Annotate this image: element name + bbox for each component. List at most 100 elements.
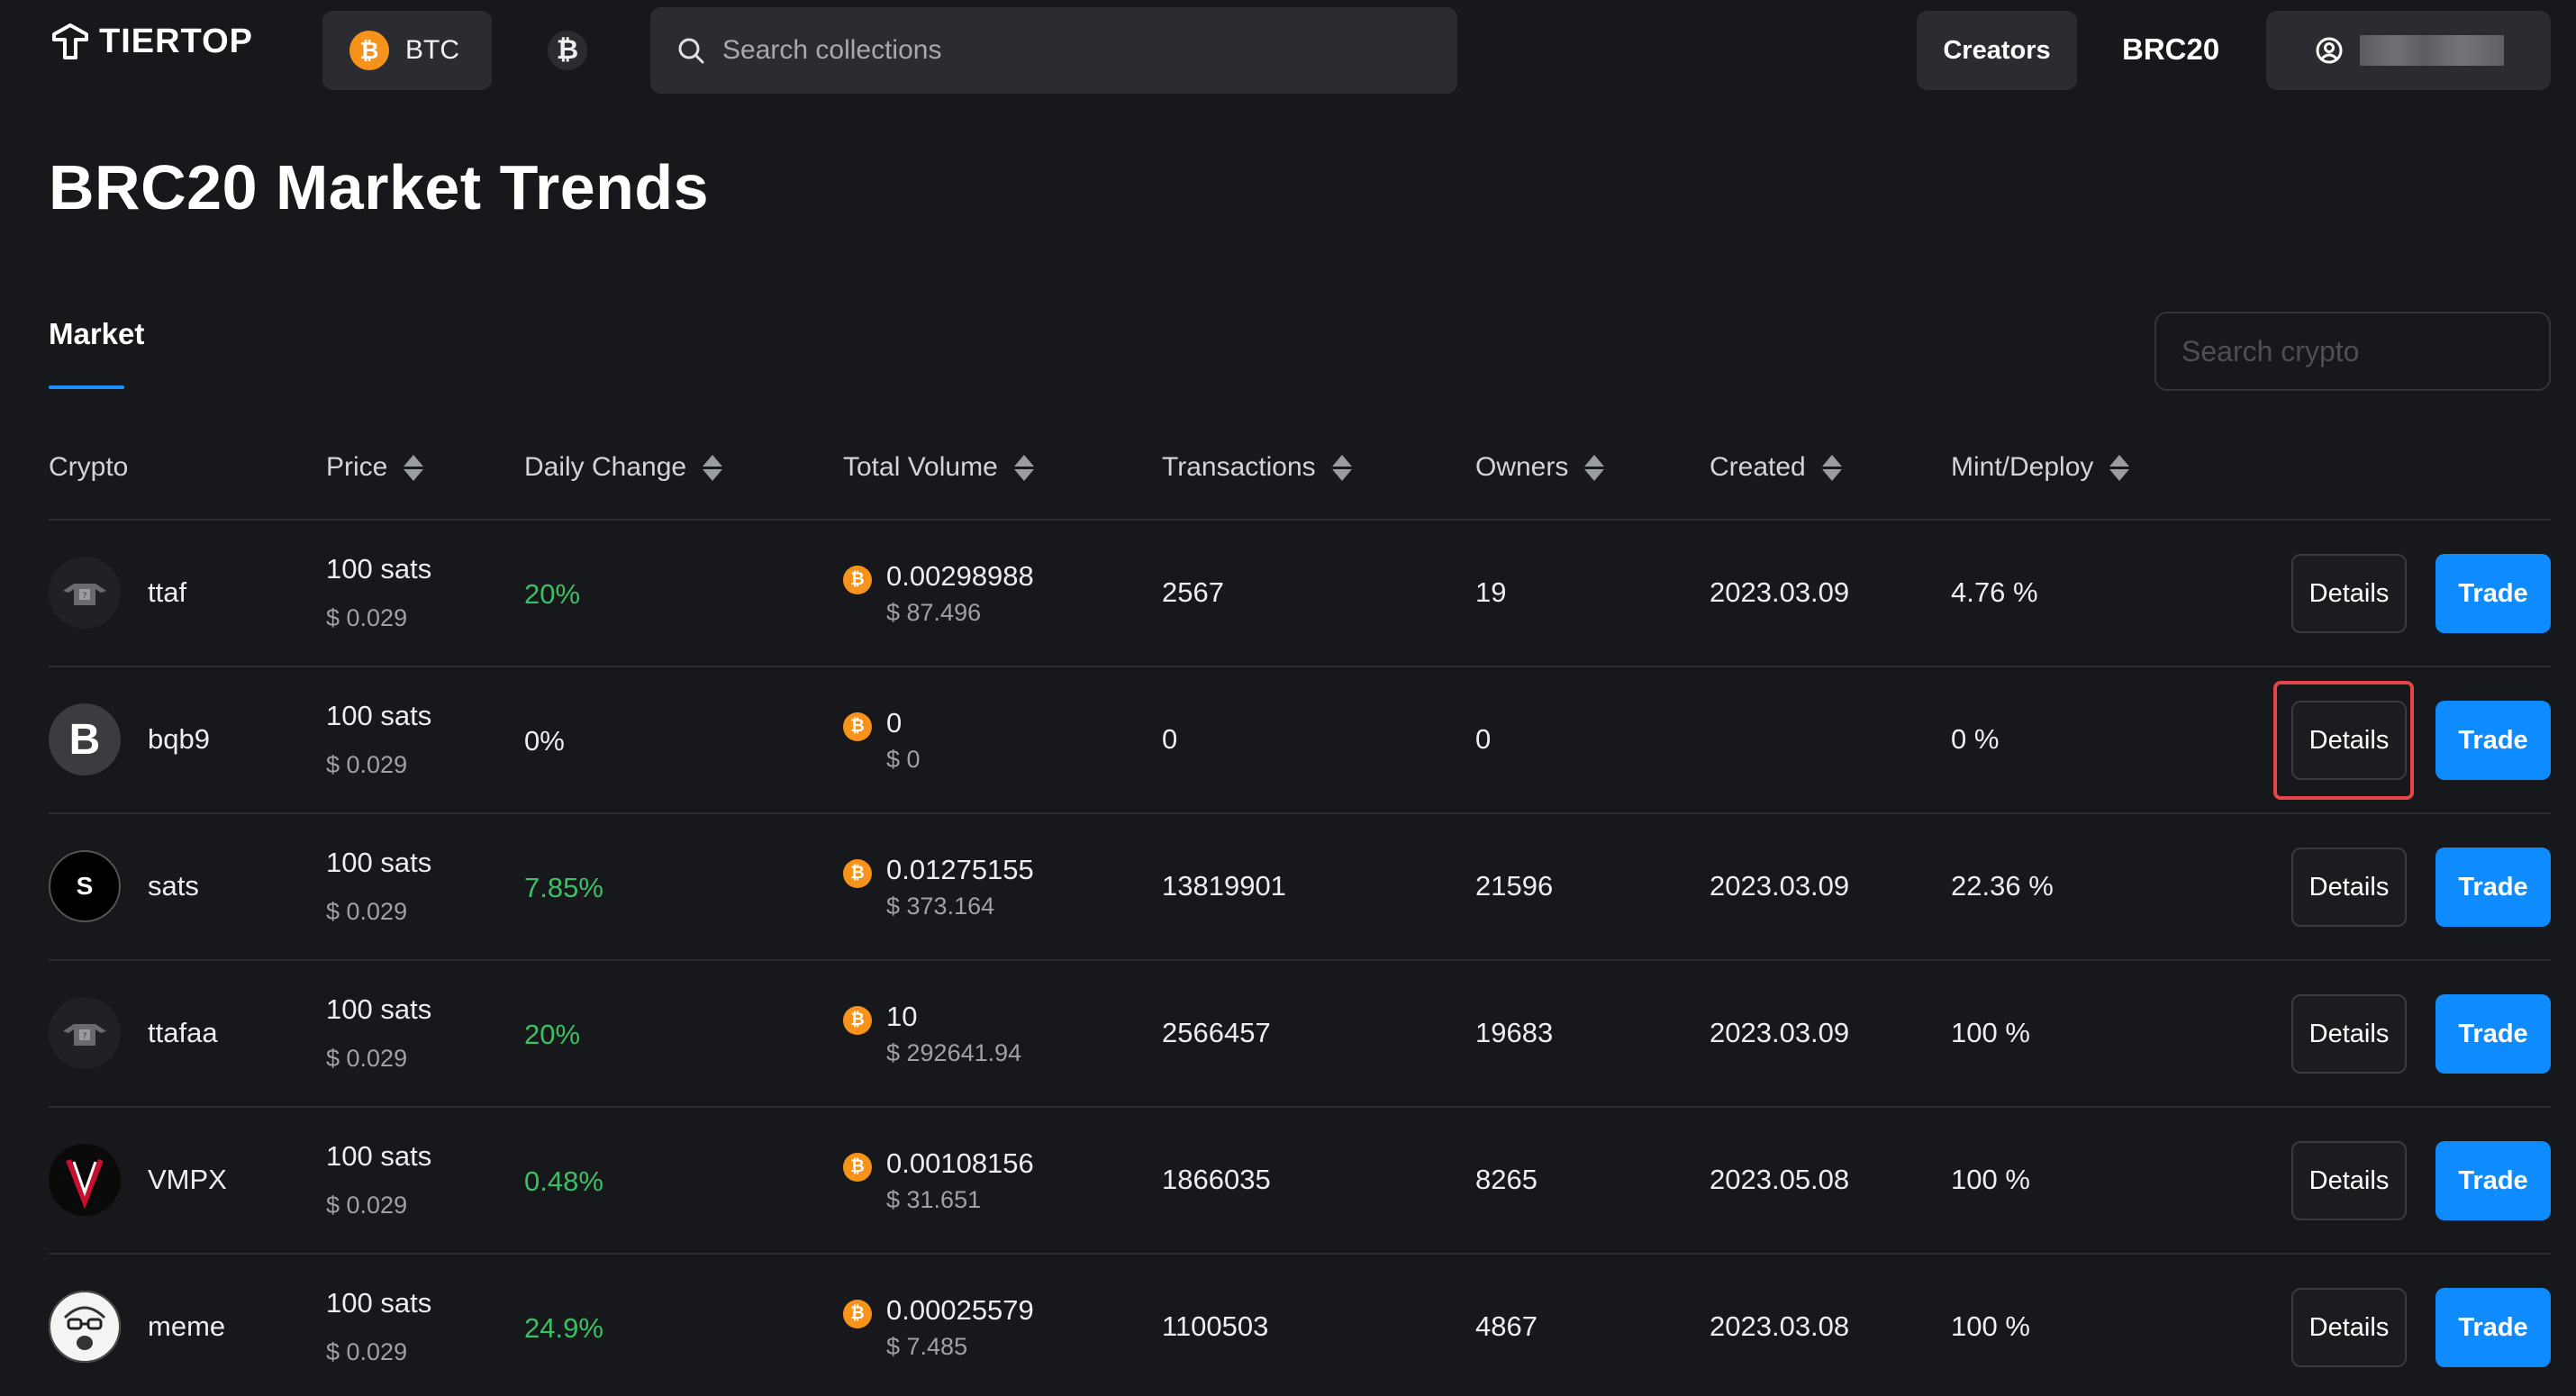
volume-usd: $ 373.164 [886,893,995,920]
table-row[interactable]: ? ttaf 100 sats $ 0.029 20% ₿ 0.00298988… [0,521,2576,667]
table-row[interactable]: B bqb9 100 sats $ 0.029 0% ₿ 0 $ 0 0 0 0… [0,667,2576,814]
column-header-daily-change[interactable]: Daily Change [524,452,723,483]
volume-btc: 0 [886,707,903,739]
tiertop-logo[interactable]: TIERTOP [50,22,253,61]
sort-icon[interactable] [1821,454,1842,481]
tab-market[interactable]: Market [49,317,144,351]
owners: 8265 [1475,1164,1537,1195]
chain-selector-button[interactable]: ₿ BTC [322,11,492,90]
created-date: 2023.03.09 [1710,870,1850,902]
table-row[interactable]: VMPX 100 sats $ 0.029 0.48% ₿ 0.00108156… [0,1108,2576,1255]
column-header-total-volume[interactable]: Total Volume [843,452,1034,483]
price-usd: $ 0.029 [326,898,408,925]
price-sats: 100 sats [326,847,432,878]
table-row[interactable]: S sats 100 sats $ 0.029 7.85% ₿ 0.012751… [0,814,2576,961]
crypto-name[interactable]: ttafaa [148,1017,218,1049]
search-collections-input[interactable] [722,35,1407,66]
sort-icon[interactable] [1584,454,1605,481]
trade-button[interactable]: Trade [2435,994,2551,1074]
sort-icon[interactable] [404,454,424,481]
volume-btc: 0.00298988 [886,560,1034,592]
user-icon [2316,37,2343,64]
transactions: 2566457 [1162,1017,1271,1048]
created-date: 2023.03.08 [1710,1310,1850,1342]
logo-text: TIERTOP [99,22,253,60]
search-crypto-input[interactable] [2181,334,2524,368]
details-button[interactable]: Details [2291,848,2407,927]
column-header-created[interactable]: Created [1710,452,1842,483]
daily-change: 20% [524,578,581,610]
column-header-owners[interactable]: Owners [1475,452,1605,483]
account-button[interactable] [2266,11,2551,90]
created-date: 2023.05.08 [1710,1164,1850,1195]
details-button[interactable]: Details [2291,554,2407,633]
sort-icon[interactable] [2109,454,2130,481]
volume-usd: $ 292641.94 [886,1039,1022,1066]
collections-search[interactable] [650,7,1457,94]
vmpx-logo-icon [49,1144,121,1216]
brc20-nav-link[interactable]: BRC20 [2122,32,2219,67]
trade-button[interactable]: Trade [2435,848,2551,927]
meme-face-icon [49,1291,121,1363]
crypto-search[interactable] [2154,312,2551,391]
crypto-name[interactable]: VMPX [148,1164,227,1196]
column-label: Transactions [1162,452,1316,482]
svg-text:?: ? [83,592,87,601]
daily-change: 7.85% [524,872,603,903]
letter-s-icon: S [49,850,121,922]
details-button[interactable]: Details [2291,701,2407,780]
table-row[interactable]: ? ttafaa 100 sats $ 0.029 20% ₿ 10 $ 292… [0,961,2576,1108]
trade-button[interactable]: Trade [2435,554,2551,633]
details-button[interactable]: Details [2291,994,2407,1074]
crypto-name[interactable]: meme [148,1310,225,1343]
details-button[interactable]: Details [2291,1288,2407,1367]
trade-button[interactable]: Trade [2435,1288,2551,1367]
crypto-name[interactable]: bqb9 [148,723,210,756]
daily-change: 24.9% [524,1312,603,1344]
column-header-mint-deploy[interactable]: Mint/Deploy [1951,452,2130,483]
daily-change: 0% [524,725,565,757]
column-header-crypto: Crypto [49,452,128,483]
price-usd: $ 0.029 [326,1192,408,1219]
details-button[interactable]: Details [2291,1141,2407,1220]
svg-text:?: ? [83,1032,87,1041]
column-label: Price [326,452,388,482]
transactions: 1866035 [1162,1164,1271,1195]
mint-progress: 0 % [1951,723,2000,755]
bitcoin-icon: ₿ [843,712,872,741]
price-sats: 100 sats [326,1140,432,1172]
created-date: 2023.03.09 [1710,576,1850,608]
sort-icon[interactable] [1331,454,1352,481]
volume-btc: 0.00025579 [886,1294,1034,1326]
column-header-transactions[interactable]: Transactions [1162,452,1352,483]
mint-progress: 4.76 % [1951,576,2038,608]
trade-button[interactable]: Trade [2435,1141,2551,1220]
crypto-name[interactable]: sats [148,870,199,902]
volume-usd: $ 87.496 [886,599,982,626]
letter-b-icon: B [49,703,121,775]
table-row[interactable]: meme 100 sats $ 0.029 24.9% ₿ 0.00025579… [0,1255,2576,1396]
sort-icon[interactable] [703,454,723,481]
sort-icon[interactable] [1013,454,1034,481]
owners: 21596 [1475,870,1554,902]
mint-progress: 100 % [1951,1310,2030,1342]
column-label: Crypto [49,452,129,482]
transactions: 13819901 [1162,870,1286,902]
price-usd: $ 0.029 [326,1045,408,1072]
crypto-name[interactable]: ttaf [148,576,186,609]
price-usd: $ 0.029 [326,751,408,778]
creators-button[interactable]: Creators [1917,11,2077,90]
column-header-price[interactable]: Price [326,452,424,483]
ghost-robot-icon: ? [49,997,121,1069]
bitcoin-symbol-icon[interactable]: ₿ [548,31,587,70]
mint-progress: 22.36 % [1951,870,2054,902]
owners: 19 [1475,576,1507,608]
active-tab-indicator [49,385,124,389]
trade-button[interactable]: Trade [2435,701,2551,780]
volume-btc: 0.00108156 [886,1147,1034,1179]
transactions: 2567 [1162,576,1224,608]
ghost-robot-icon: ? [49,557,121,629]
created-date: 2023.03.09 [1710,1017,1850,1048]
volume-btc: 0.01275155 [886,854,1034,885]
volume-usd: $ 0 [886,746,921,773]
